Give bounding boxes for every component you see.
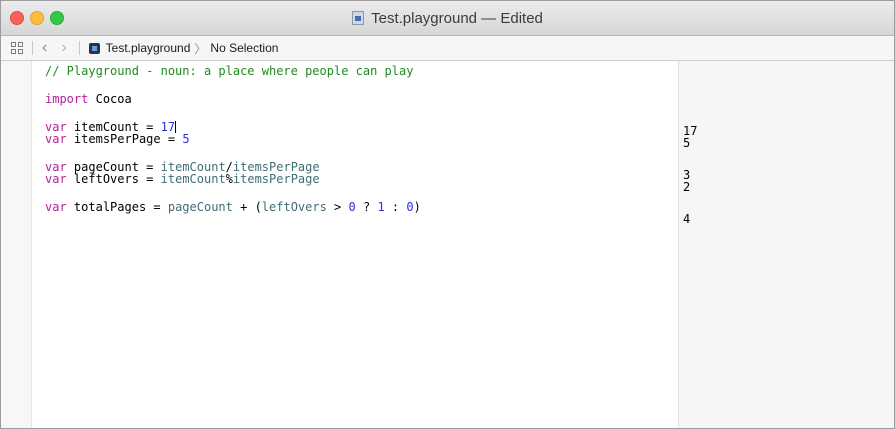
results-sidebar: 17 5 3 2 4 — [678, 61, 894, 428]
var-name: itemsPerPage — [73, 132, 161, 146]
operator: ) — [413, 200, 421, 214]
identifier-ref: itemsPerPage — [232, 172, 320, 186]
operator: + ( — [232, 200, 262, 214]
number-literal: 0 — [348, 200, 356, 214]
number-literal: 5 — [182, 132, 190, 146]
result-total-pages[interactable]: 4 — [683, 213, 690, 225]
code-line-left-overs[interactable]: var leftOvers = itemCount%itemsPerPage — [45, 173, 674, 185]
result-left-overs[interactable]: 2 — [683, 181, 690, 193]
result-items-per-page[interactable]: 5 — [683, 137, 690, 149]
identifier-ref: pageCount — [167, 200, 233, 214]
line-gutter — [1, 61, 32, 428]
editor-area: // Playground - noun: a place where peop… — [1, 61, 894, 428]
toolbar-divider — [32, 41, 33, 55]
forward-chevron-icon[interactable]: › — [61, 40, 66, 56]
playground-file-icon — [352, 11, 365, 25]
breadcrumb-selection[interactable]: No Selection — [210, 41, 278, 55]
source-editor[interactable]: // Playground - noun: a place where peop… — [45, 65, 674, 213]
playground-icon — [88, 42, 100, 54]
keyword-var: var — [45, 172, 67, 186]
code-line-import[interactable]: import Cocoa — [45, 93, 674, 105]
identifier-ref: leftOvers — [261, 200, 327, 214]
title-bar[interactable]: Test.playground — Edited — [1, 1, 894, 36]
operator: ? — [355, 200, 378, 214]
playground-window: Test.playground — Edited ‹ › Test.playgr… — [0, 0, 895, 429]
module-name: Cocoa — [95, 92, 132, 106]
code-line-items-per-page[interactable]: var itemsPerPage = 5 — [45, 133, 674, 145]
operator: > — [326, 200, 349, 214]
window-title-wrap: Test.playground — Edited — [1, 1, 894, 35]
number-literal: 1 — [377, 200, 385, 214]
code-line-comment[interactable]: // Playground - noun: a place where peop… — [45, 65, 674, 77]
var-name: totalPages — [73, 200, 147, 214]
breadcrumb-chevron-icon: 〉 — [194, 41, 207, 56]
keyword-var: var — [45, 200, 67, 214]
var-name: leftOvers — [73, 172, 139, 186]
number-literal: 0 — [406, 200, 414, 214]
operator: = — [146, 200, 168, 214]
jump-bar: ‹ › Test.playground 〉 No Selection — [1, 36, 894, 61]
back-chevron-icon[interactable]: ‹ — [42, 40, 47, 56]
operator: % — [225, 172, 233, 186]
code-line-total-pages[interactable]: var totalPages = pageCount + (leftOvers … — [45, 201, 674, 213]
breadcrumb-file[interactable]: Test.playground — [106, 41, 191, 55]
identifier-ref: itemCount — [160, 172, 226, 186]
window-title: Test.playground — Edited — [371, 9, 543, 27]
toolbar-divider — [78, 41, 80, 55]
operator: = — [160, 132, 183, 146]
related-items-grid-icon[interactable] — [11, 42, 23, 54]
keyword-var: var — [45, 132, 67, 146]
operator: = — [138, 172, 161, 186]
keyword-import: import — [45, 92, 89, 106]
operator: : — [384, 200, 407, 214]
